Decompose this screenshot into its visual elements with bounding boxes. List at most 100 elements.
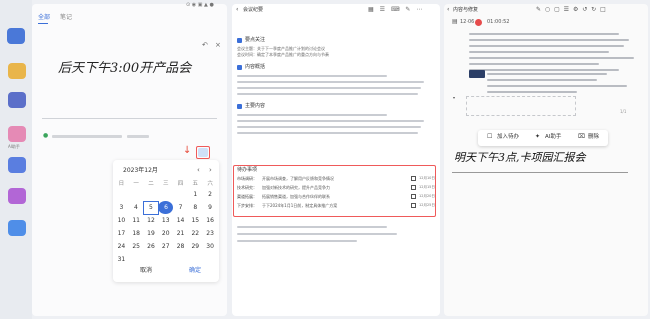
todo-checkbox[interactable] [411, 194, 416, 199]
calendar-day[interactable]: 4 [129, 201, 144, 214]
prev-month-icon[interactable]: ‹ [197, 167, 200, 174]
add-todo-button[interactable]: 加入待办 [497, 134, 519, 141]
collapse-icon[interactable]: ▾ [453, 96, 455, 100]
calendar-day[interactable]: 14 [173, 214, 188, 227]
back-icon[interactable]: ‹ [236, 7, 238, 13]
underline [452, 172, 628, 173]
calendar-day[interactable]: 16 [203, 214, 218, 227]
tab-all[interactable]: 全部 [38, 15, 50, 21]
toolbar-icons[interactable]: ✎ ○ ▢ ☰ ⚙ ↺ ↻ □ [536, 7, 607, 13]
todo-checkbox[interactable] [411, 176, 416, 181]
back-icon[interactable]: ‹ [447, 7, 449, 13]
calendar-day[interactable]: 24 [114, 240, 129, 253]
calendar-day[interactable]: 27 [158, 240, 173, 253]
calendar-day[interactable]: 5 [143, 200, 159, 215]
calendar-day[interactable]: 9 [203, 201, 218, 214]
todo-label: 技术研究： [237, 185, 257, 190]
calendar-day[interactable]: 8 [188, 201, 203, 214]
record-icon[interactable] [475, 19, 482, 26]
page-indicator: 1/1 [620, 109, 627, 114]
weekday: 二 [148, 181, 154, 187]
home-icon[interactable] [7, 28, 25, 44]
text-line [237, 240, 357, 242]
calendar-day [129, 253, 144, 266]
calendar-day[interactable]: 7 [173, 201, 188, 214]
text-line [487, 73, 607, 75]
calendar-day[interactable]: 28 [173, 240, 188, 253]
ai-assistant-icon[interactable] [8, 126, 26, 142]
calendar-day[interactable]: 25 [129, 240, 144, 253]
toolbar-icons[interactable]: ▦ ☰ ⌨ ✎ ⋯ [368, 7, 424, 13]
text-line [469, 33, 619, 35]
calendar-day[interactable]: 30 [203, 240, 218, 253]
section-icon [237, 38, 242, 43]
text-line [237, 81, 424, 83]
placeholder-line [127, 135, 149, 138]
calendar-day[interactable]: 2 [203, 188, 218, 201]
calendar-day[interactable]: 21 [173, 227, 188, 240]
date-label: 12·06 [460, 19, 475, 25]
app-icon[interactable] [8, 188, 26, 204]
calendar-day[interactable]: 11 [129, 214, 144, 227]
confirm-button[interactable]: 确定 [189, 268, 201, 274]
close-icon[interactable]: × [215, 42, 221, 49]
calendar-day[interactable]: 12 [144, 214, 159, 227]
calendar-day[interactable]: 3 [114, 201, 129, 214]
todo-box [233, 165, 436, 217]
folder-icon[interactable] [8, 63, 26, 79]
text-line [487, 79, 597, 81]
calendar-day [203, 253, 218, 266]
share-icon[interactable]: ▤ [452, 19, 458, 25]
calendar-day[interactable]: 13 [158, 214, 173, 227]
text-line [237, 120, 424, 122]
calendar-day[interactable]: 26 [144, 240, 159, 253]
ai-assistant-button[interactable]: AI助手 [545, 134, 561, 141]
cancel-button[interactable]: 取消 [140, 268, 152, 274]
notes-icon[interactable] [8, 157, 26, 173]
weekday: 三 [162, 181, 169, 187]
section-icon [237, 104, 242, 109]
todo-label: 下步安排： [237, 203, 257, 208]
next-month-icon[interactable]: › [209, 167, 212, 174]
todo-text: 拓展销售渠道，加强与合作伙伴的联系 [262, 194, 330, 199]
calendar-day[interactable]: 18 [129, 227, 144, 240]
text-line [487, 85, 627, 87]
calendar-day[interactable]: 22 [188, 227, 203, 240]
text-line [237, 93, 418, 95]
text-line [237, 75, 387, 77]
calendar-day [158, 188, 173, 201]
todo-date: 12月25日 [419, 203, 435, 207]
calendar-day[interactable]: 23 [203, 227, 218, 240]
text-line [237, 226, 387, 228]
todo-checkbox[interactable] [411, 185, 416, 190]
calendar-day [158, 253, 173, 266]
tab-notes[interactable]: 笔记 [60, 15, 72, 21]
audio-thumbnail[interactable] [469, 70, 485, 78]
text-line [469, 51, 609, 53]
date-picker-title: 2023年12月 [123, 167, 158, 174]
selection-outline [466, 96, 576, 116]
delete-button[interactable]: 删除 [588, 134, 599, 141]
calendar-day[interactable]: 20 [158, 227, 173, 240]
cloud-icon[interactable] [8, 220, 26, 236]
section-title: 要点关注 [245, 37, 266, 43]
calendar-day [144, 253, 159, 266]
calendar-day[interactable]: 17 [114, 227, 129, 240]
calendar-day[interactable]: 15 [188, 214, 203, 227]
undo-icon[interactable]: ↶ [202, 42, 208, 49]
text-line [469, 57, 634, 59]
calendar-day[interactable]: 6 [158, 201, 174, 214]
todo-checkbox[interactable] [411, 203, 416, 208]
calendar-day[interactable]: 1 [188, 188, 203, 201]
calendar-day[interactable]: 10 [114, 214, 129, 227]
todo-label: 市场调研： [237, 176, 257, 181]
highlight-box [196, 146, 210, 159]
section-title: 内容概括 [245, 64, 266, 70]
calendar-day[interactable]: 19 [144, 227, 159, 240]
delete-icon: ⌧ [578, 133, 585, 140]
calendar-icon[interactable] [8, 92, 26, 108]
calendar-day[interactable]: 29 [188, 240, 203, 253]
calendar-day[interactable]: 31 [114, 253, 129, 266]
todo-title: 待办事项 [237, 167, 258, 173]
calendar-day [114, 188, 129, 201]
